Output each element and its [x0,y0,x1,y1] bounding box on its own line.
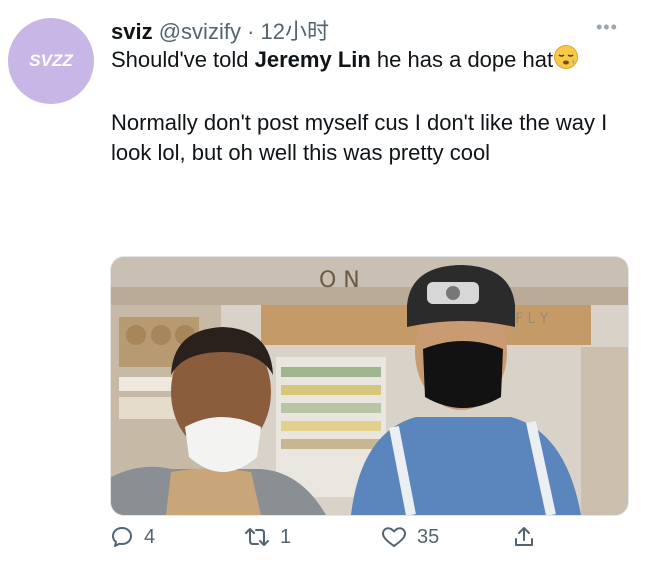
avatar[interactable]: SVZZ [8,18,94,104]
retweet-count: 1 [280,525,292,548]
retweet-icon [244,525,270,549]
mention-jeremy-lin: Jeremy Lin [254,47,371,72]
separator-dot: · [247,19,255,44]
more-icon[interactable]: ••• [596,17,618,38]
timestamp[interactable]: 12小时 [261,19,329,44]
tweet-text-part: he has a dope hat [370,47,554,72]
tweet-text-part: Should've told [111,47,255,72]
tweet-header: sviz @svizify · 12小时 [111,14,329,46]
avatar-logo-text: SVZZ [29,51,73,70]
store-sign-2: F L Y [515,311,549,327]
tweet-line-2: Normally don't post myself cus I don't l… [111,110,608,165]
display-name[interactable]: sviz [111,19,153,44]
retweet-button[interactable]: 1 [244,525,291,549]
user-handle[interactable]: @svizify [159,19,241,44]
like-icon [381,525,407,549]
action-bar: 4 1 35 [0,525,650,561]
like-count: 35 [417,525,440,548]
tweet-line-1: Should've told Jeremy Lin he has a dope … [111,44,631,78]
like-button[interactable]: 35 [381,525,439,549]
share-button[interactable] [512,525,536,549]
reply-icon [110,525,134,549]
reply-count: 4 [144,525,156,548]
tweet-photo[interactable]: O N F L Y [110,256,629,516]
photo-illustration: O N F L Y [111,257,628,515]
share-icon [512,525,536,549]
store-sign: O N [319,268,360,293]
reply-button[interactable]: 4 [110,525,155,549]
tweet-text: Should've told Jeremy Lin he has a dope … [111,44,631,168]
sleepy-emoji-icon [553,44,579,78]
